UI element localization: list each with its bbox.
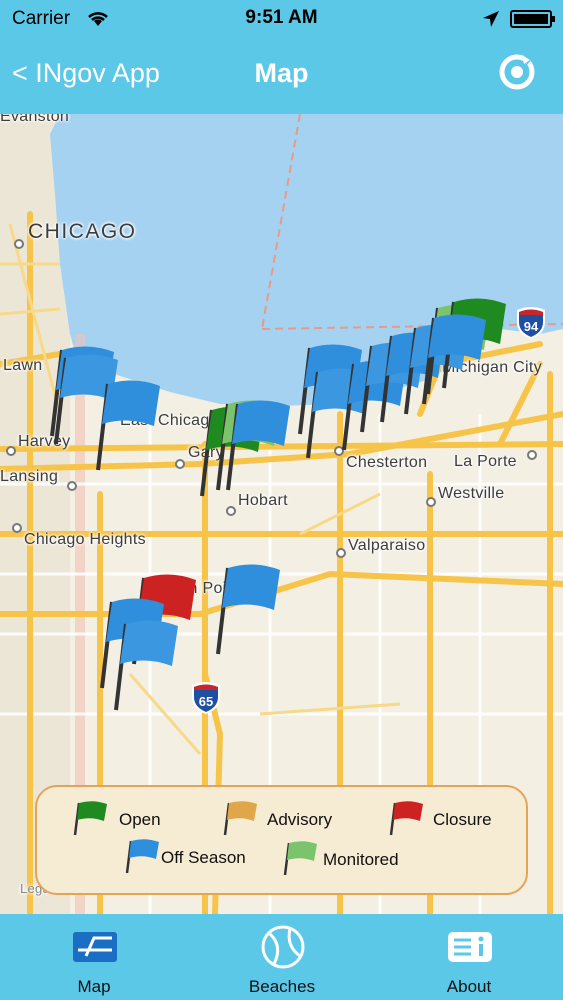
city-marker-la-porte — [527, 450, 537, 460]
status-bar: Carrier 9:51 AM — [0, 0, 563, 38]
page-title: Map — [254, 58, 309, 88]
tab-beaches[interactable]: Beaches — [188, 914, 376, 1000]
tab-label-about: About — [446, 977, 492, 996]
interstate-94-number: 94 — [524, 319, 539, 334]
place-label-westville: Westville — [438, 485, 505, 502]
beach-flag-off-season[interactable] — [112, 620, 182, 740]
city-marker-valparaiso — [336, 548, 346, 558]
beach-flag-off-season[interactable] — [420, 314, 490, 434]
beach-flag-off-season[interactable] — [224, 400, 294, 520]
legend-label-closure: Closure — [433, 810, 492, 829]
beach-ball-icon — [261, 925, 305, 969]
legend-label-off-season: Off Season — [161, 848, 246, 867]
navigation-bar: < INgov App Map — [0, 38, 563, 114]
location-arrow-icon — [483, 11, 499, 27]
status-time: 9:51 AM — [245, 7, 318, 28]
refresh-icon[interactable] — [497, 52, 537, 92]
interstate-94-shield: 94 — [517, 307, 545, 339]
city-marker-harvey — [6, 446, 16, 456]
legend-label-open: Open — [119, 810, 161, 829]
beach-flag-off-season[interactable] — [214, 564, 284, 684]
city-marker-gary — [175, 459, 185, 469]
legend-label-monitored: Monitored — [323, 850, 399, 869]
place-label-valparaiso: Valparaiso — [348, 537, 426, 554]
flag-off-season-icon — [125, 839, 159, 874]
battery-icon — [510, 10, 555, 28]
city-marker-chicago-heights — [12, 523, 22, 533]
tab-about[interactable]: About — [375, 914, 563, 1000]
about-info-icon — [448, 932, 492, 962]
flag-closure-icon — [389, 801, 423, 836]
interstate-65-number: 65 — [199, 694, 213, 709]
place-label-evanston: Evanston — [0, 114, 70, 125]
city-marker-chicago — [14, 239, 24, 249]
flag-open-icon — [73, 801, 107, 836]
map-legend: Open Advisory Closure Off Season Monitor… — [35, 785, 528, 895]
beach-flag-off-season[interactable] — [94, 380, 164, 500]
place-label-la-porte: La Porte — [454, 453, 517, 470]
place-label-lawn: Lawn — [3, 357, 43, 374]
tab-label-map: Map — [77, 977, 111, 996]
place-label-chicago-heights: Chicago Heights — [24, 531, 146, 548]
legend-label-advisory: Advisory — [267, 810, 333, 829]
city-marker-lansing — [67, 481, 77, 491]
tab-label-beaches: Beaches — [248, 977, 316, 996]
place-label-lansing: Lansing — [0, 468, 59, 485]
tab-map[interactable]: Map — [0, 914, 188, 1000]
place-label-chicago: CHICAGO — [28, 220, 137, 243]
tab-bar: Map Beaches About — [0, 914, 563, 1000]
flag-advisory-icon — [223, 801, 257, 836]
map-tab-icon — [73, 932, 117, 962]
top-bar: Carrier 9:51 AM < INgov App Map — [0, 0, 563, 114]
flag-monitored-icon — [283, 841, 317, 876]
city-marker-westville — [426, 497, 436, 507]
beach-map[interactable]: Evanston CHICAGO Lawn Harvey Lansing Chi… — [0, 114, 563, 914]
